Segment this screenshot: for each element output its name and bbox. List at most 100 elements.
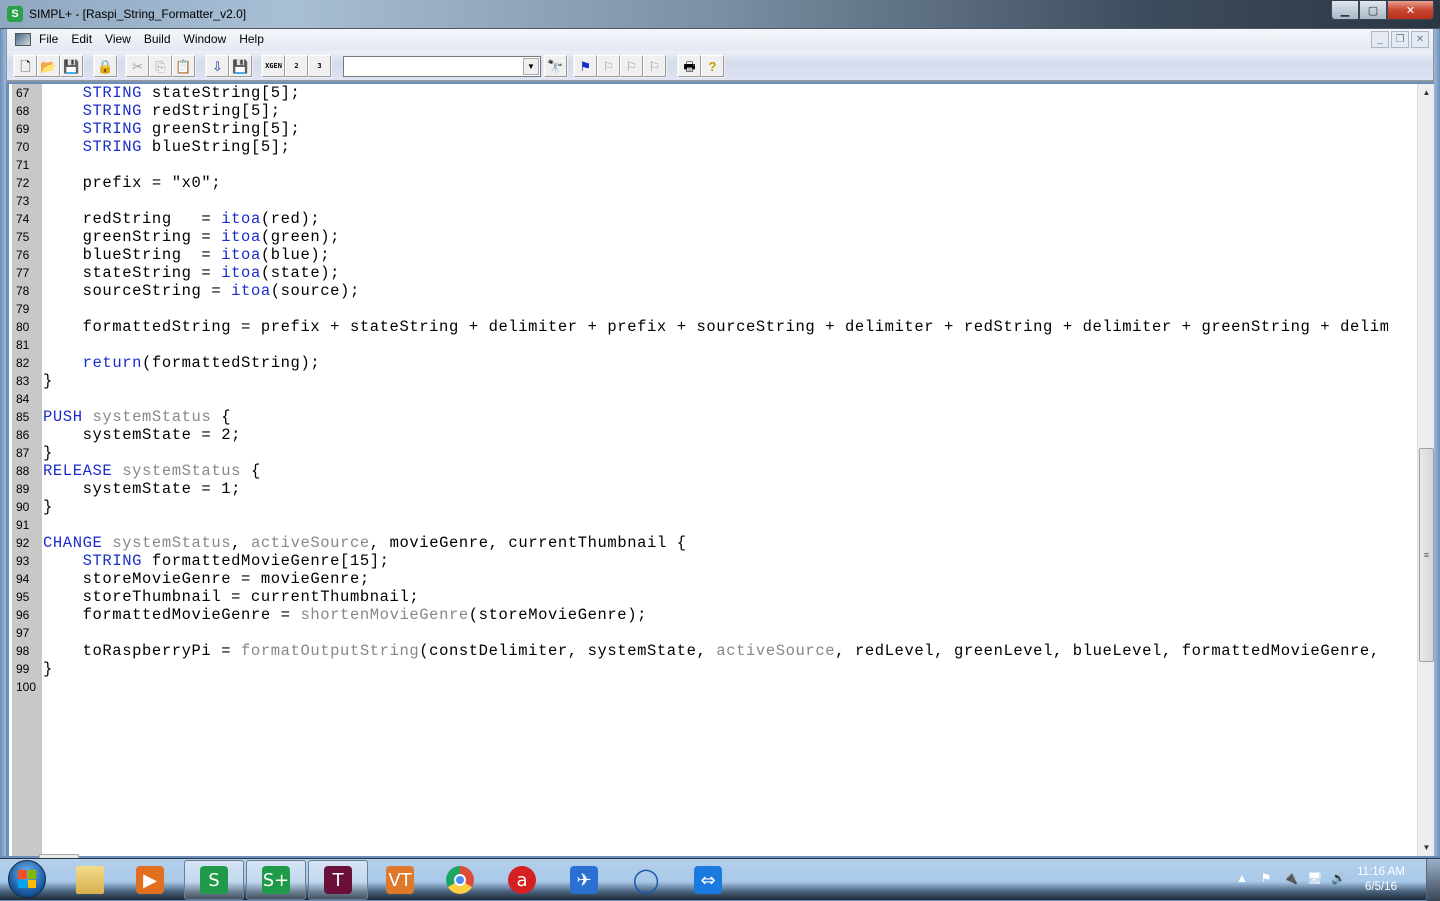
menu-window[interactable]: Window <box>184 32 227 46</box>
clear-bookmarks-button[interactable]: ⚐ <box>643 55 666 77</box>
code-line[interactable]: 87} <box>12 444 1388 462</box>
taskbar-chrome[interactable] <box>430 860 490 900</box>
help-button[interactable]: ? <box>701 55 724 77</box>
code-line[interactable]: 96 formattedMovieGenre = shortenMovieGen… <box>12 606 1388 624</box>
maximize-button[interactable]: ▢ <box>1359 1 1387 20</box>
save-button[interactable]: 💾 <box>60 55 83 77</box>
show-desktop-button[interactable] <box>1426 859 1440 901</box>
scroll-thumb[interactable]: ≡ <box>1419 448 1434 662</box>
chevron-down-icon[interactable]: ▼ <box>523 58 539 75</box>
code-line[interactable]: 83} <box>12 372 1388 390</box>
document-minimize-button[interactable]: _ <box>1371 31 1389 48</box>
user-symbol-token: activeSource <box>250 534 370 552</box>
clock[interactable]: 11:16 AM 6/5/16 <box>1352 865 1410 895</box>
toggle-bookmark-button[interactable]: ⚑ <box>574 55 597 77</box>
next-bookmark-button[interactable]: ⚐ <box>597 55 620 77</box>
print-button[interactable]: 🖶 <box>678 55 701 77</box>
code-line[interactable]: 92 CHANGE systemStatus, activeSource, mov… <box>12 534 1388 552</box>
code-line[interactable]: 76 blueString = itoa(blue); <box>12 246 1388 264</box>
open-file-button[interactable]: 📂 <box>37 55 60 77</box>
code-line[interactable]: 95 storeThumbnail = currentThumbnail; <box>12 588 1388 606</box>
volume-icon[interactable]: 🔊 <box>1331 871 1346 885</box>
taskbar-media-player[interactable]: ▶ <box>120 860 180 900</box>
code-line[interactable]: 67 STRING stateString[5]; <box>12 84 1388 102</box>
document-system-menu-icon[interactable] <box>15 33 31 46</box>
menu-edit[interactable]: Edit <box>71 32 92 46</box>
cut-button[interactable]: ✂ <box>126 55 149 77</box>
start-button[interactable] <box>8 860 46 898</box>
code-text: formattedString = prefix + stateString +… <box>42 318 1388 336</box>
code-line[interactable]: 82 return(formattedString); <box>12 354 1388 372</box>
paste-button[interactable]: 📋 <box>172 55 195 77</box>
compile-3-button[interactable]: 3 <box>308 55 331 77</box>
find-button[interactable]: 🔭 <box>544 55 567 77</box>
code-line[interactable]: 69 STRING greenString[5]; <box>12 120 1388 138</box>
code-line[interactable]: 75 greenString = itoa(green); <box>12 228 1388 246</box>
code-line[interactable]: 70 STRING blueString[5]; <box>12 138 1388 156</box>
code-line[interactable]: 72 prefix = "x0"; <box>12 174 1388 192</box>
taskbar-toolbox[interactable]: T <box>308 860 368 900</box>
code-line[interactable]: 74 redString = itoa(red); <box>12 210 1388 228</box>
scroll-up-arrow[interactable]: ▲ <box>1418 84 1435 101</box>
code-line[interactable]: 86 systemState = 2; <box>12 426 1388 444</box>
taskbar-app-a[interactable]: a <box>492 860 552 900</box>
show-hidden-icons-button[interactable]: ▲ <box>1235 871 1249 885</box>
simpl-plus-app-icon[interactable]: S <box>7 6 23 22</box>
find-combo[interactable]: ▼ <box>343 56 541 77</box>
code-line[interactable]: 80 formattedString = prefix + stateStrin… <box>12 318 1388 336</box>
menu-file[interactable]: File <box>39 32 58 46</box>
network-icon[interactable]: 🖥 <box>1307 871 1322 885</box>
code-line[interactable]: 85 PUSH systemStatus { <box>12 408 1388 426</box>
code-line[interactable]: 97 <box>12 624 1388 642</box>
code-line[interactable]: 100 <box>12 678 1388 696</box>
code-line[interactable]: 84 <box>12 390 1388 408</box>
compile-2-button[interactable]: 2 <box>285 55 308 77</box>
insert-button[interactable]: ⇩ <box>206 55 229 77</box>
prev-bookmark-button[interactable]: ⚐ <box>620 55 643 77</box>
xgen-button[interactable]: XGEN <box>262 55 285 77</box>
code-token: formattedMovieGenre = <box>43 606 301 624</box>
taskbar-teamviewer[interactable]: ⇔ <box>678 860 738 900</box>
code-line[interactable]: 81 <box>12 336 1388 354</box>
code-line[interactable]: 71 <box>12 156 1388 174</box>
document-close-button[interactable]: ✕ <box>1411 31 1429 48</box>
menu-build[interactable]: Build <box>144 32 171 46</box>
vertical-scrollbar[interactable]: ▲ ≡ ▼ <box>1417 84 1434 856</box>
code-line[interactable]: 79 <box>12 300 1388 318</box>
copy-button[interactable]: ⎘ <box>149 55 172 77</box>
code-line[interactable]: 90} <box>12 498 1388 516</box>
new-file-button[interactable]: 🗋 <box>14 55 37 77</box>
code-line[interactable]: 99} <box>12 660 1388 678</box>
taskbar-chat-app[interactable]: ◯ <box>616 860 676 900</box>
keyword-token: PUSH <box>43 408 83 426</box>
menu-help[interactable]: Help <box>239 32 264 46</box>
taskbar-windows-explorer[interactable] <box>60 860 120 900</box>
code-token: , movieGenre, currentThumbnail { <box>369 534 687 552</box>
keyword-token: STRING <box>82 138 143 156</box>
action-center-flag-icon[interactable]: ⚑ <box>1259 871 1273 885</box>
power-plug-icon[interactable]: 🔌 <box>1283 871 1298 885</box>
taskbar-vtpro[interactable]: VT <box>370 860 430 900</box>
code-line[interactable]: 98 toRaspberryPi = formatOutputString(co… <box>12 642 1388 660</box>
menu-view[interactable]: View <box>105 32 131 46</box>
code-line[interactable]: 78 sourceString = itoa(source); <box>12 282 1388 300</box>
code-line[interactable]: 94 storeMovieGenre = movieGenre; <box>12 570 1388 588</box>
save-all-button[interactable]: 💾 <box>229 55 252 77</box>
close-button[interactable]: ✕ <box>1387 1 1434 20</box>
scroll-down-arrow[interactable]: ▼ <box>1418 839 1435 856</box>
lock-button[interactable]: 🔒 <box>94 55 117 77</box>
taskbar-flight-app[interactable]: ✈ <box>554 860 614 900</box>
code-line[interactable]: 93 STRING formattedMovieGenre[15]; <box>12 552 1388 570</box>
code-line[interactable]: 91 <box>12 516 1388 534</box>
taskbar-simpl-windows[interactable]: S <box>184 860 244 900</box>
code-line[interactable]: 68 STRING redString[5]; <box>12 102 1388 120</box>
minimize-button[interactable]: ▁ <box>1331 1 1359 20</box>
code-line[interactable]: 73 <box>12 192 1388 210</box>
code-line[interactable]: 77 stateString = itoa(state); <box>12 264 1388 282</box>
taskbar-simpl-plus[interactable]: S+ <box>246 860 306 900</box>
code-line[interactable]: 89 systemState = 1; <box>12 480 1388 498</box>
document-restore-button[interactable]: ❐ <box>1391 31 1409 48</box>
code-editor[interactable]: 67 STRING stateString[5]; 68 STRING redSt… <box>6 84 1434 860</box>
code-lines[interactable]: 67 STRING stateString[5]; 68 STRING redSt… <box>12 84 1388 696</box>
code-line[interactable]: 88 RELEASE systemStatus { <box>12 462 1388 480</box>
